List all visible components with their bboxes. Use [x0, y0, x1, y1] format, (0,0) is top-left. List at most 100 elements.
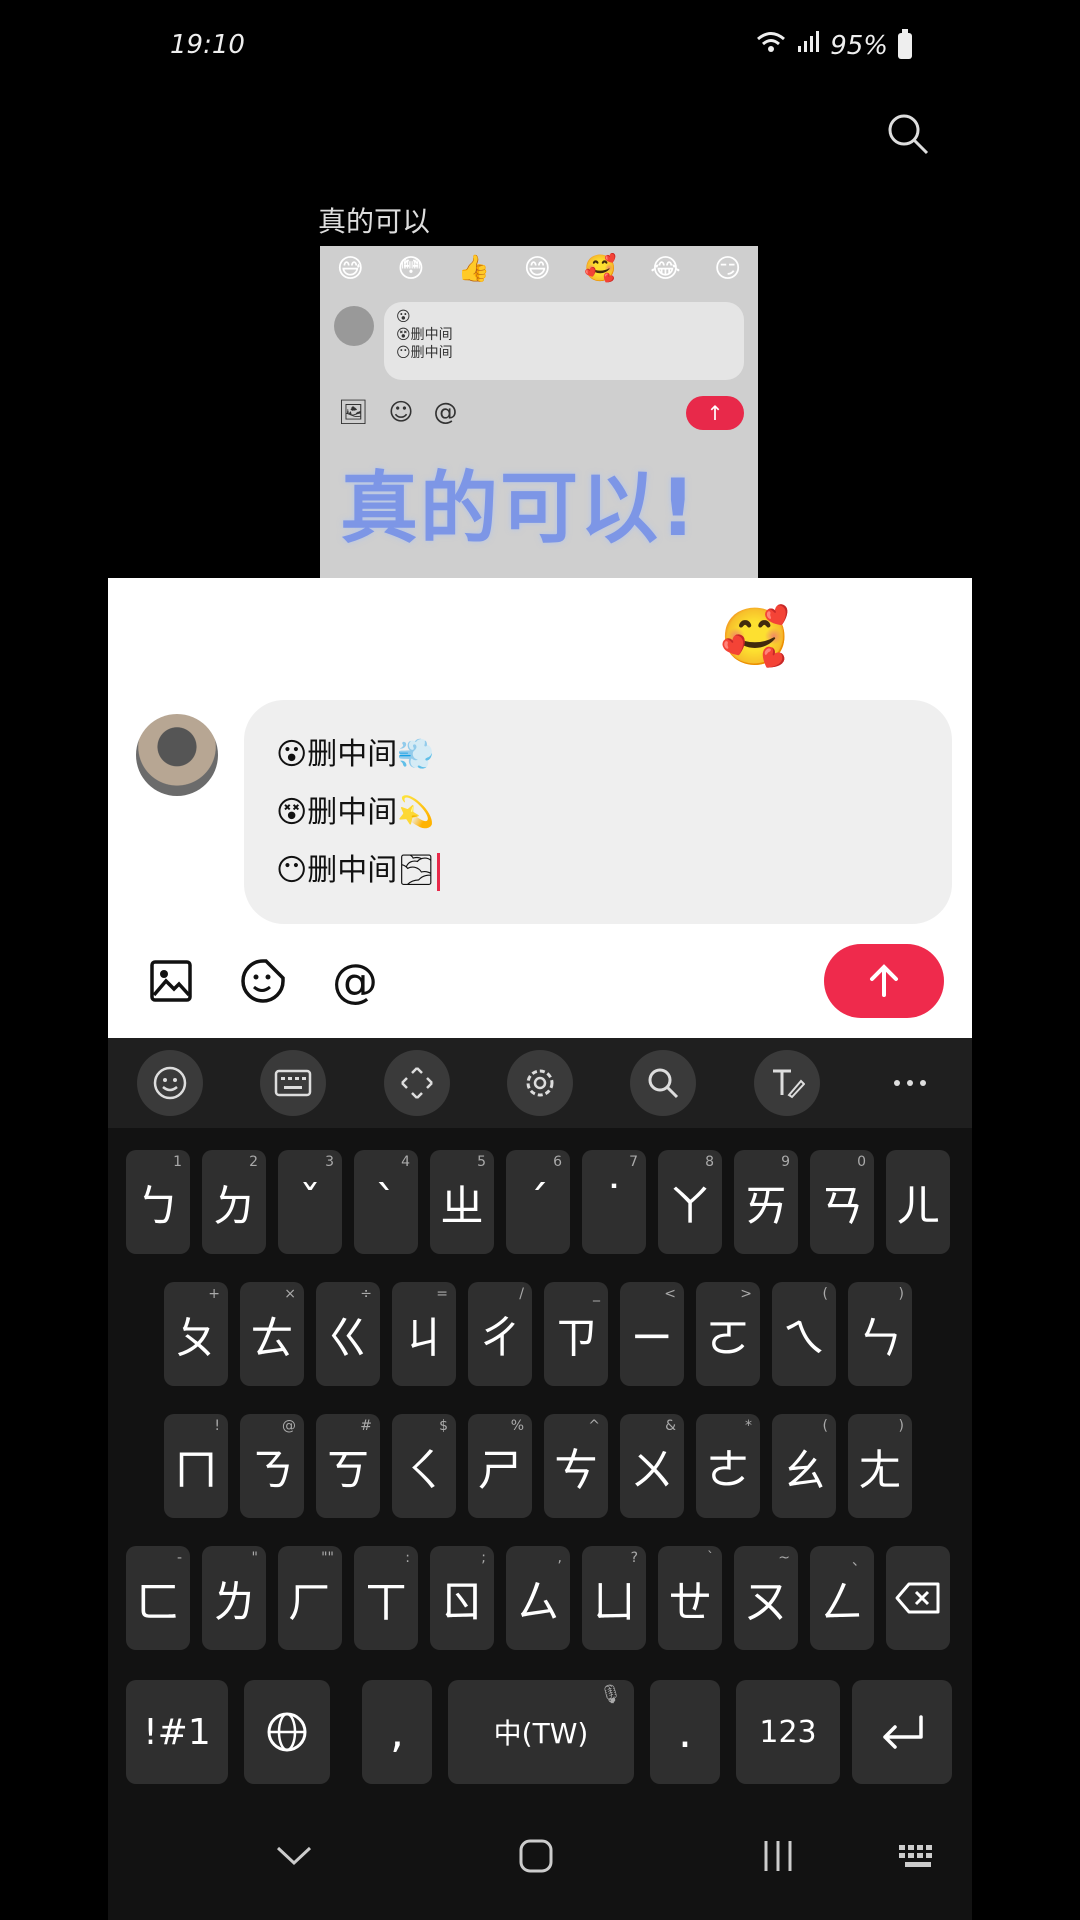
- battery-percent: 95%: [830, 30, 888, 61]
- quick-emoji[interactable]: 😘: [438, 604, 496, 670]
- search-icon[interactable]: [630, 1050, 697, 1116]
- key[interactable]: @ ㄋ: [240, 1414, 304, 1518]
- key[interactable]: " ㄌ: [202, 1546, 266, 1650]
- comment-tools: @: [148, 954, 378, 1008]
- key[interactable]: % ㄕ: [468, 1414, 532, 1518]
- emoji-icon[interactable]: [136, 1050, 203, 1116]
- key[interactable]: ` ㄝ: [658, 1546, 722, 1650]
- line-emoji: 😵: [276, 795, 308, 830]
- more-icon[interactable]: [877, 1050, 943, 1116]
- comma-key[interactable]: ,: [362, 1680, 432, 1784]
- key[interactable]: ; ㄖ: [430, 1546, 494, 1650]
- quick-emoji[interactable]: 😂: [149, 604, 214, 670]
- keyboard-toolbar: [108, 1038, 972, 1128]
- key[interactable]: 5ㄓ: [430, 1150, 494, 1254]
- globe-icon: [267, 1712, 307, 1752]
- enter-key[interactable]: [852, 1680, 952, 1784]
- recents-icon[interactable]: [748, 1834, 808, 1878]
- video-avatar: [334, 306, 374, 346]
- key[interactable]: + ㄆ: [164, 1282, 228, 1386]
- key[interactable]: ~ ㄡ: [734, 1546, 798, 1650]
- key[interactable]: 1ㄅ: [126, 1150, 190, 1254]
- key[interactable]: ,ㄙ: [506, 1546, 570, 1650]
- key[interactable]: (ㄠ: [772, 1414, 836, 1518]
- key[interactable]: _ ㄗ: [544, 1282, 608, 1386]
- key[interactable]: 8ㄚ: [658, 1150, 722, 1254]
- quick-emoji[interactable]: 😆: [297, 604, 355, 670]
- key[interactable]: (ㄟ: [772, 1282, 836, 1386]
- nav-bar: [108, 1788, 972, 1920]
- key[interactable]: 2ㄉ: [202, 1150, 266, 1254]
- video-overlay-text: 真的可以!: [340, 464, 698, 554]
- key[interactable]: "" ㄏ: [278, 1546, 342, 1650]
- battery-icon: [898, 28, 912, 59]
- key[interactable]: ÷ ㄍ: [316, 1282, 380, 1386]
- key[interactable]: 3ˇ: [278, 1150, 342, 1254]
- key[interactable]: ) ㄣ: [848, 1282, 912, 1386]
- key[interactable]: -ㄈ: [126, 1546, 190, 1650]
- sticker-icon[interactable]: [240, 958, 286, 1004]
- comment-line: 😵删中间💫: [276, 784, 920, 842]
- line-text: 删中间: [307, 853, 398, 888]
- key[interactable]: / ㄔ: [468, 1282, 532, 1386]
- zhuyin-keyboard: 1ㄅ 2ㄉ 3ˇ 4ˋ 5ㄓ 6ˊ 7 ˙ 8ㄚ 9ㄞ 0ㄢ ㄦ + ㄆ × ㄊ ÷ ㄍ…: [108, 1128, 972, 1788]
- key[interactable]: 6ˊ: [506, 1150, 570, 1254]
- keyboard-icon[interactable]: [260, 1050, 327, 1116]
- video-bubble-line: 😮: [396, 309, 411, 325]
- key[interactable]: > ㄛ: [696, 1282, 760, 1386]
- key[interactable]: # ㄎ: [316, 1414, 380, 1518]
- numbers-key[interactable]: 123: [736, 1680, 840, 1784]
- comment-input[interactable]: 😮删中间💨 😵删中间💫 😶删中间🌫: [244, 700, 952, 924]
- key[interactable]: $ ㄑ: [392, 1414, 456, 1518]
- key[interactable]: ㄦ: [886, 1150, 950, 1254]
- key[interactable]: ! ㄇ: [164, 1414, 228, 1518]
- key[interactable]: 0ㄢ: [810, 1150, 874, 1254]
- key[interactable]: 4ˋ: [354, 1150, 418, 1254]
- period-key[interactable]: .: [650, 1680, 720, 1784]
- quick-emoji[interactable]: 🥰: [720, 604, 790, 670]
- video-emoji-row: 😅 😳 👍 😄 🥰 😂 😏: [320, 254, 758, 284]
- hide-keyboard-icon[interactable]: [264, 1834, 324, 1878]
- enter-icon: [883, 1715, 923, 1749]
- home-icon[interactable]: [506, 1834, 566, 1878]
- status-indicators: 95%: [756, 28, 912, 61]
- line-tail-emoji: 🌫: [397, 853, 436, 888]
- image-icon[interactable]: [148, 958, 194, 1004]
- video-emoji: 👍: [457, 254, 491, 284]
- signal-icon: [796, 30, 820, 61]
- video-emoji: 😄: [523, 254, 551, 284]
- move-icon[interactable]: [383, 1050, 450, 1116]
- key[interactable]: 、ㄥ: [810, 1546, 874, 1650]
- key[interactable]: ) ㄤ: [848, 1414, 912, 1518]
- quick-emoji[interactable]: 😁: [579, 604, 637, 670]
- handwriting-icon[interactable]: [753, 1050, 820, 1116]
- key[interactable]: 9ㄞ: [734, 1150, 798, 1254]
- video-emoji: 😂: [650, 254, 681, 284]
- video-bubble-line: 😵删中间: [396, 327, 453, 343]
- quick-emoji[interactable]: 😳: [872, 604, 930, 670]
- send-button[interactable]: [824, 944, 944, 1018]
- key[interactable]: = ㄐ: [392, 1282, 456, 1386]
- key[interactable]: ^ ㄘ: [544, 1414, 608, 1518]
- key[interactable]: < ㄧ: [620, 1282, 684, 1386]
- line-tail-emoji: 💫: [397, 795, 435, 830]
- space-key[interactable]: 中(TW) 🎙: [448, 1680, 634, 1784]
- key[interactable]: ? ㄩ: [582, 1546, 646, 1650]
- key[interactable]: :ㄒ: [354, 1546, 418, 1650]
- keyboard-switch-icon[interactable]: [888, 1834, 948, 1878]
- video-emoji: 🥰: [584, 254, 617, 284]
- language-key[interactable]: [244, 1680, 330, 1784]
- key[interactable]: * ㄜ: [696, 1414, 760, 1518]
- key[interactable]: 7 ˙: [582, 1150, 646, 1254]
- key[interactable]: × ㄊ: [240, 1282, 304, 1386]
- mention-icon[interactable]: @: [332, 954, 378, 1008]
- key[interactable]: & ㄨ: [620, 1414, 684, 1518]
- video-emoji: 😏: [714, 254, 742, 284]
- space-label: 中(TW): [493, 1717, 589, 1750]
- settings-icon[interactable]: [506, 1050, 573, 1116]
- quick-emoji-bar: 😂 😆 😘 😁 🥰 😳: [108, 604, 972, 670]
- backspace-key[interactable]: [886, 1546, 950, 1650]
- line-emoji: 😮: [276, 737, 308, 772]
- symbols-key[interactable]: !#1: [126, 1680, 228, 1784]
- search-icon[interactable]: [886, 112, 930, 156]
